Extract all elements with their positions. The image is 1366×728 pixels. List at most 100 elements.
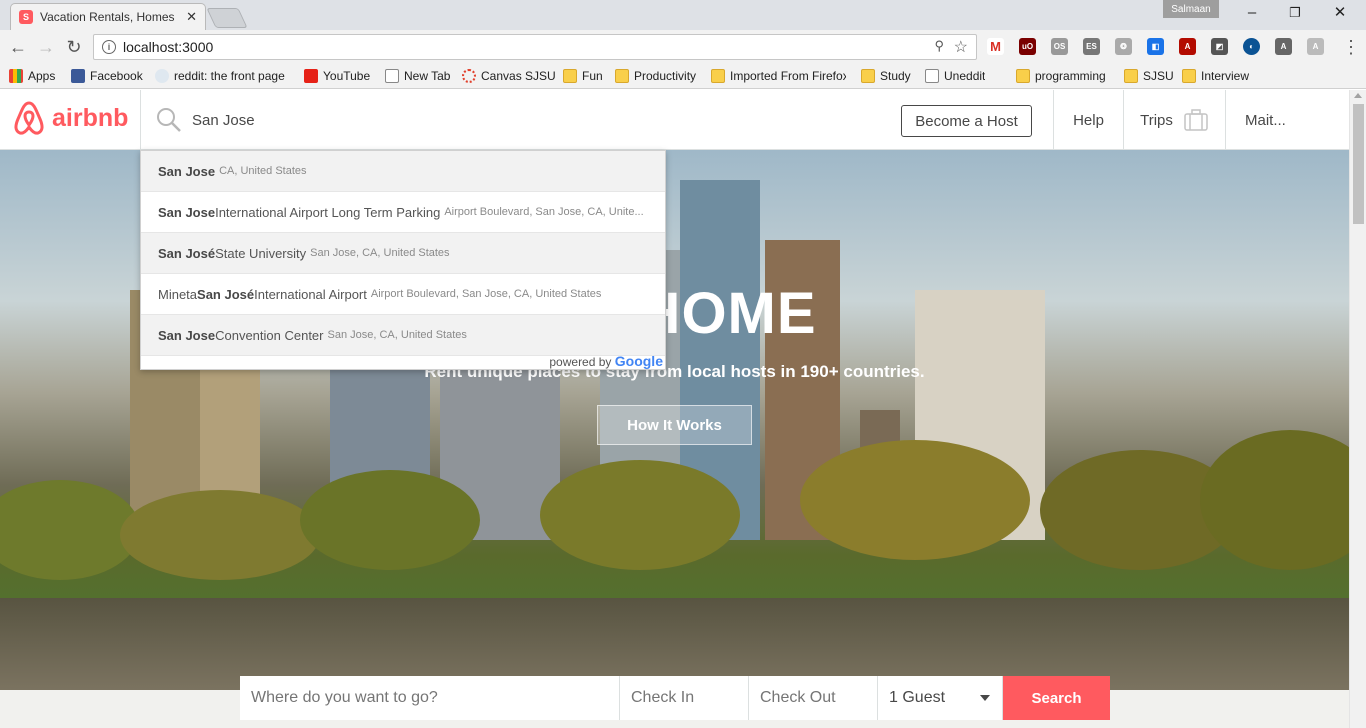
airbnb-logo[interactable]: airbnb [12,100,128,136]
bookmark-uneddit[interactable]: Uneddit [925,67,985,85]
extension-icon[interactable]: ❂ [1115,38,1132,55]
restore-icon[interactable]: ❐ [1284,4,1306,22]
google-logo: Google [614,353,663,369]
how-it-works-button[interactable]: How It Works [597,405,752,445]
bookmark-new-tab[interactable]: New Tab [385,67,450,85]
facebook-icon [71,69,85,83]
become-a-host-button[interactable]: Become a Host [901,105,1032,137]
canvas-icon [462,69,476,83]
page-icon [925,69,939,83]
powered-by-google: powered by Google [549,353,663,369]
suggestion-item[interactable]: San Jose Convention Center San Jose, CA, … [141,315,665,356]
bookmark-facebook[interactable]: Facebook [71,67,143,85]
apps-icon [9,69,23,83]
header-search[interactable]: San Jose [140,90,900,150]
page-icon [385,69,399,83]
autocomplete-dropdown: San Jose CA, United States San Jose Inter… [140,150,666,370]
guests-value: 1 Guest [889,689,946,706]
reload-icon[interactable]: ↻ [63,36,85,58]
ublock-icon[interactable]: uO [1019,38,1036,55]
bookmark-folder-study[interactable]: Study [861,67,911,85]
bookmark-reddit[interactable]: reddit: the front page [155,67,290,85]
folder-icon [1016,69,1030,83]
dropdown-caret-icon [980,695,990,701]
window-close-icon[interactable]: ✕ [1329,4,1351,22]
site-header: airbnb San Jose Become a Host Help Trips… [0,90,1349,150]
header-search-input[interactable]: San Jose [192,112,255,129]
airbnb-belo-icon [14,101,44,135]
bookmark-folder-productivity[interactable]: Productivity [615,67,696,85]
hero-background-tree [800,440,1030,560]
folder-icon [711,69,725,83]
browser-tab-strip: S Vacation Rentals, Homes ✕ Salmaan – ❐ … [0,0,1366,30]
folder-icon [1124,69,1138,83]
hero-background-tree [540,460,740,570]
bookmarks-bar: Apps Facebook reddit: the front page You… [0,63,1366,89]
bookmark-youtube[interactable]: YouTube [304,67,370,85]
nav-help[interactable]: Help [1053,90,1123,150]
suggestion-item[interactable]: Mineta San José International Airport Air… [141,274,665,315]
bookmark-folder-sjsu[interactable]: SJSU [1124,67,1174,85]
extension-icon[interactable]: ◧ [1147,38,1164,55]
bookmark-apps[interactable]: Apps [9,67,55,85]
folder-icon [1182,69,1196,83]
hero-background-tree [300,470,480,570]
nav-user-menu[interactable]: Mait... [1225,90,1349,150]
suitcase-icon [1184,109,1208,131]
nav-trips[interactable]: Trips [1123,90,1225,150]
minimize-icon[interactable]: – [1241,4,1263,22]
bookmark-folder-programming[interactable]: programming [1016,67,1106,85]
brand-wordmark: airbnb [52,103,129,132]
browser-tab[interactable]: S Vacation Rentals, Homes ✕ [10,3,206,30]
page-scrollbar[interactable] [1349,90,1366,728]
suggestion-item[interactable]: San Jose CA, United States [141,151,665,192]
bookmark-folder-fun[interactable]: Fun [563,67,603,85]
reddit-icon [155,69,169,83]
extension-icon[interactable]: OS [1051,38,1068,55]
hero-search-bar: Where do you want to go? Check In Check … [240,676,1110,720]
new-tab-button[interactable] [206,8,248,28]
extension-icon[interactable]: ◐ [1243,38,1260,55]
check-out-input[interactable]: Check Out [749,676,878,720]
menu-icon[interactable]: ⋮ [1340,36,1362,58]
guests-select[interactable]: 1 Guest [878,676,1003,720]
tab-title: Vacation Rentals, Homes [40,10,175,24]
browser-toolbar: ← → ↻ i localhost:3000 ⚲ ☆ M uO OS ES ❂ … [0,30,1366,63]
bookmark-folder-imported[interactable]: Imported From Firefox [711,67,846,85]
folder-icon [615,69,629,83]
destination-input[interactable]: Where do you want to go? [240,676,620,720]
angular-icon[interactable]: A [1275,38,1292,55]
info-icon[interactable]: i [102,40,116,54]
search-icon [157,108,181,132]
close-tab-icon[interactable]: ✕ [186,9,197,25]
bookmark-star-icon[interactable]: ☆ [954,37,968,57]
extension-es-icon[interactable]: ES [1083,38,1100,55]
nav-trips-label: Trips [1140,111,1173,129]
bookmark-folder-interview[interactable]: Interview [1182,67,1249,85]
folder-icon [563,69,577,83]
extension-icon[interactable]: ◩ [1211,38,1228,55]
scrollbar-thumb[interactable] [1353,104,1364,224]
key-icon[interactable]: ⚲ [934,38,944,54]
back-icon[interactable]: ← [7,36,29,58]
address-text[interactable]: localhost:3000 [123,39,213,55]
folder-icon [861,69,875,83]
youtube-icon [304,69,318,83]
airbnb-favicon-icon: S [19,10,33,24]
scroll-up-icon[interactable] [1354,93,1362,98]
hero-background-tree [0,480,140,580]
page-viewport: ME HOME Rent unique places to stay from … [0,90,1366,728]
check-in-input[interactable]: Check In [620,676,749,720]
hero-background-tree [120,490,320,580]
forward-icon[interactable]: → [35,36,57,58]
angular-icon[interactable]: A [1307,38,1324,55]
profile-badge[interactable]: Salmaan [1163,0,1219,18]
suggestion-item[interactable]: San Jose International Airport Long Term… [141,192,665,233]
bookmark-canvas[interactable]: Canvas SJSU [462,67,556,85]
address-bar[interactable]: i localhost:3000 ⚲ ☆ [93,34,977,60]
hero-background-tree [1200,430,1366,570]
search-button[interactable]: Search [1003,676,1110,720]
gmail-icon[interactable]: M [987,38,1004,55]
pdf-icon[interactable]: A [1179,38,1196,55]
suggestion-item[interactable]: San José State University San Jose, CA, U… [141,233,665,274]
